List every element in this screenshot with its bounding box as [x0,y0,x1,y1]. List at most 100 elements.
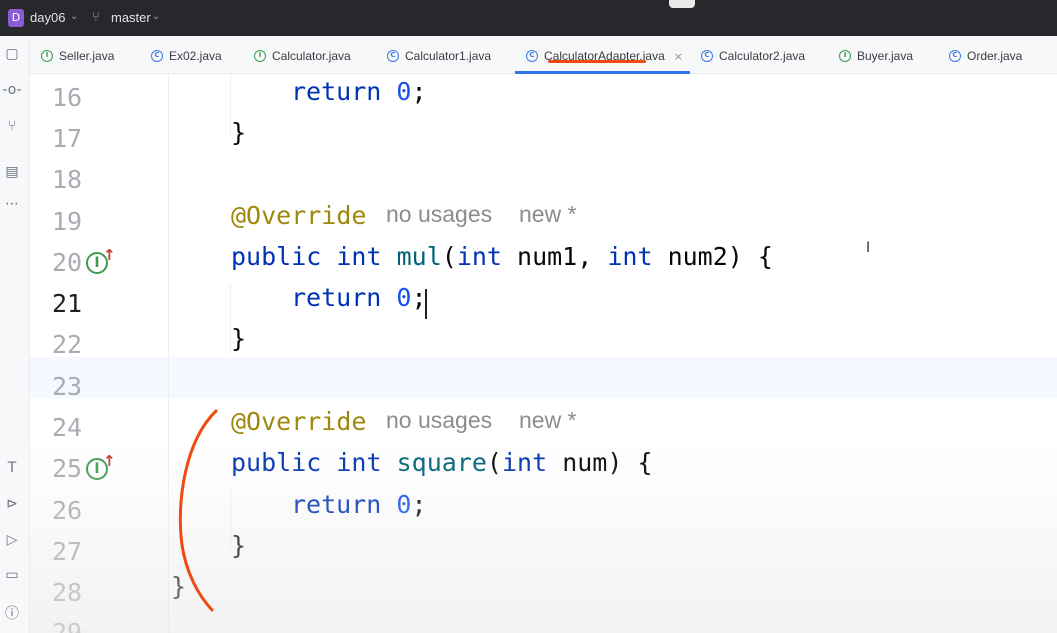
tab-calculator2-java[interactable]: C Calculator2.java [701,46,805,66]
line-number: 23 [52,372,83,401]
annotation: @Override [231,407,367,436]
arrow-up-icon[interactable]: ↑ [103,452,116,470]
class-icon: C [701,50,713,62]
tab-calculator1-java[interactable]: C Calculator1.java [387,46,491,66]
tab-ex02-java[interactable]: C Ex02.java [151,46,222,66]
semicolon: ; [411,77,427,106]
closing-brace: } [231,118,247,147]
code-line[interactable]: 24 @Override no usages new * [30,407,1057,448]
interface-icon: I [839,50,851,62]
tab-label: Ex02.java [169,49,222,63]
line-number: 16 [52,83,83,112]
line-number: 19 [52,207,83,236]
text-cursor [425,289,427,319]
problems-icon[interactable]: ⓘ [0,603,24,623]
project-folder-icon[interactable]: ▢ [0,46,24,62]
branch-name[interactable]: master [111,10,151,25]
tab-label: Buyer.java [857,49,914,63]
arrow-up-icon[interactable]: ↑ [103,246,116,264]
code-line[interactable]: 20 I ↑ public int mul(int num1, int num2… [30,242,1057,283]
tool-window-bar: ▢ -o- ⑂ ▤ ⋯ T ⊳ ▷ ▭ ⓘ [0,36,30,633]
project-badge[interactable]: D [8,9,24,27]
author-inlay-hint[interactable]: new * [519,407,577,434]
chevron-down-icon[interactable]: ⌄ [152,11,160,22]
code-line[interactable]: 29 [30,613,1057,633]
code-line[interactable]: 27 } [30,531,1057,572]
closing-brace: } [231,531,247,560]
code-line[interactable]: 17 } [30,118,1057,159]
title-bar: D day06 ⌄ ⑂ master ⌄ [0,0,1057,36]
tab-label: Calculator1.java [405,49,492,63]
build-hammer-icon[interactable]: T [0,460,24,476]
annotation: @Override [231,201,367,230]
chevron-down-icon[interactable]: ⌄ [70,11,78,22]
class-icon: C [387,50,399,62]
closing-brace: } [171,572,187,601]
pull-requests-icon[interactable]: ⑂ [0,118,24,134]
usages-inlay-hint[interactable]: no usages [386,201,492,228]
code-line[interactable]: 26 return 0; [30,490,1057,531]
code-line[interactable]: 19 @Override no usages new * [30,201,1057,242]
tab-order-java[interactable]: C Order.java [949,46,1022,66]
code-line[interactable]: 16 return 0; [30,77,1057,118]
line-number: 22 [52,330,83,359]
class-icon: C [151,50,163,62]
code-line-current[interactable]: 21 return 0; [30,283,1057,324]
param-name: num2 [667,242,728,271]
code-line[interactable]: 22 } [30,324,1057,365]
interface-icon: I [41,50,53,62]
tab-seller-java[interactable]: I Seller.java [41,46,114,66]
line-number: 28 [52,578,83,607]
line-number: 24 [52,413,83,442]
structure-icon[interactable]: ▤ [0,164,24,180]
code-line[interactable]: 28 } [30,572,1057,613]
git-branch-icon[interactable]: ⑂ [92,10,100,25]
keyword: public [231,448,322,477]
keyword: public [231,242,322,271]
semicolon: ; [411,490,427,519]
run-icon[interactable]: ▷ [0,532,24,548]
mouse-ibeam-cursor-icon: I [866,240,871,256]
keyword: int [501,448,548,477]
project-name[interactable]: day06 [30,10,65,25]
author-inlay-hint[interactable]: new * [519,201,577,228]
line-number: 27 [52,537,83,566]
line-number: 18 [52,165,83,194]
services-icon[interactable]: ⊳ [0,496,24,512]
line-number: 29 [52,618,83,633]
number-literal: 0 [396,77,412,106]
terminal-icon[interactable]: ▭ [0,567,24,583]
keyword: int [336,242,382,271]
keyword: int [456,242,502,271]
tab-label: Seller.java [59,49,115,63]
keyword: int [336,448,382,477]
code-line[interactable]: 23 [30,366,1057,407]
code-editor[interactable]: 16 return 0; 17 } 18 19 @Override no usa… [30,74,1057,633]
keyword: return [291,283,382,312]
method-name: mul [396,242,442,271]
more-icon[interactable]: ⋯ [0,196,24,212]
code-line[interactable]: 18 [30,159,1057,200]
line-number: 17 [52,124,83,153]
window-control-icon[interactable] [669,0,695,8]
keyword: int [607,242,653,271]
editor-tab-bar: I Seller.java C Ex02.java I Calculator.j… [30,36,1057,74]
close-icon[interactable]: × [674,50,683,63]
number-literal: 0 [396,283,412,312]
method-name: square [396,448,487,477]
tab-label: Calculator2.java [719,49,806,63]
commit-icon[interactable]: -o- [0,82,24,98]
tab-label: Order.java [967,49,1023,63]
tab-buyer-java[interactable]: I Buyer.java [839,46,913,66]
line-number: 26 [52,496,83,525]
param-name: num1 [517,242,578,271]
pen-underline-annotation [548,60,646,63]
tab-calculator-java[interactable]: I Calculator.java [254,46,351,66]
tab-label: Calculator.java [272,49,351,63]
class-icon: C [949,50,961,62]
line-number: 21 [52,289,83,318]
usages-inlay-hint[interactable]: no usages [386,407,492,434]
keyword: return [291,77,382,106]
tab-calculatoradapter-java[interactable]: C CalculatorAdapter.java × [526,46,683,66]
code-line[interactable]: 25 I ↑ public int square(int num) { [30,448,1057,489]
